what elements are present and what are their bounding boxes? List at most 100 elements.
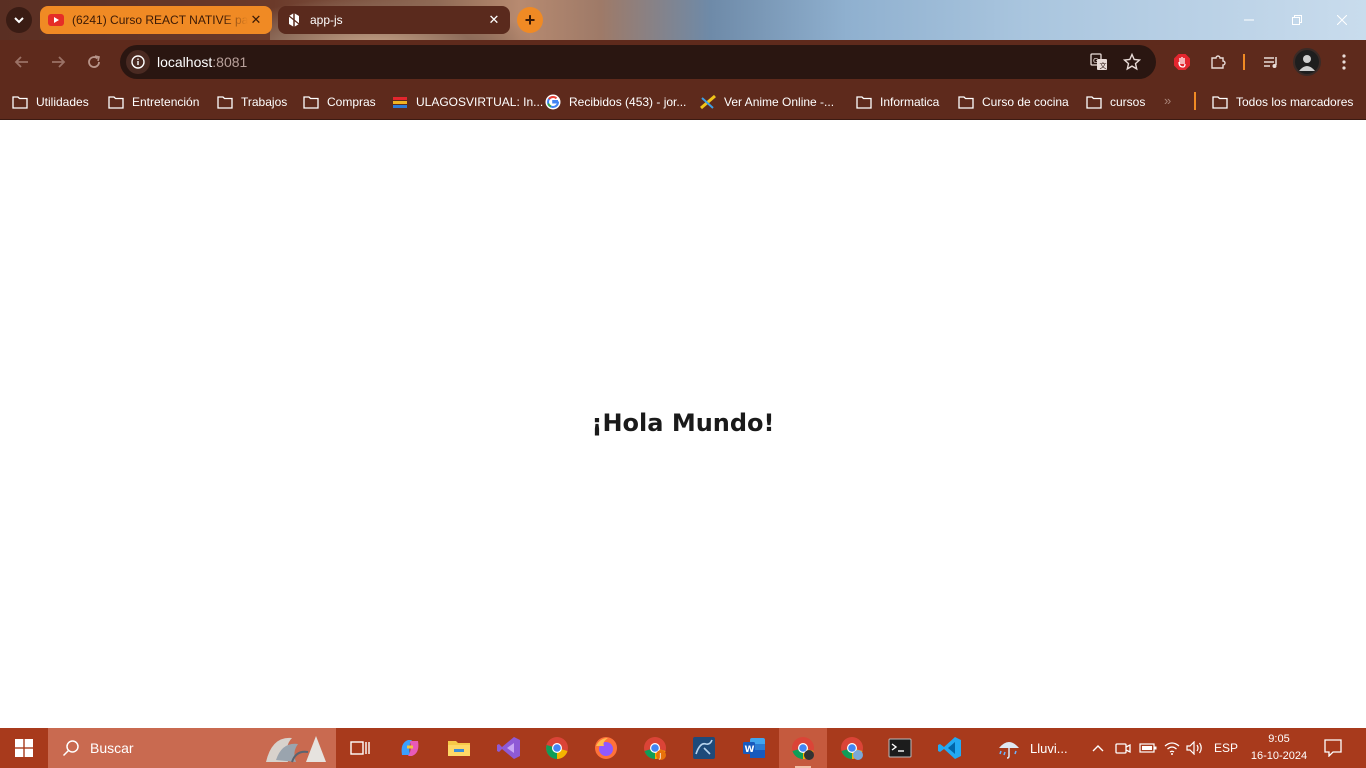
taskbar-app-vscode[interactable] xyxy=(926,728,974,768)
folder-icon xyxy=(856,94,872,110)
bookmark-gmail[interactable]: Recibidos (453) - jor... xyxy=(545,92,686,112)
svg-text:G: G xyxy=(1093,57,1098,65)
taskbar-app-chrome[interactable] xyxy=(533,728,581,768)
windows-taskbar: Buscar J W Lluvi... ESP 9:05 16-10-2024 xyxy=(0,728,1366,768)
visual-studio-icon xyxy=(497,737,520,759)
bookmark-ulagosvirtual[interactable]: ULAGOSVIRTUAL: In... xyxy=(392,92,543,112)
taskbar-app-visual-studio[interactable] xyxy=(485,728,533,768)
taskbar-app-firefox[interactable] xyxy=(582,728,630,768)
folder-icon xyxy=(303,94,319,110)
folder-icon xyxy=(108,94,124,110)
clock-date: 16-10-2024 xyxy=(1250,750,1308,762)
search-highlight-image xyxy=(266,736,326,763)
close-icon[interactable]: ✕ xyxy=(248,12,264,28)
folder-icon xyxy=(1212,94,1228,110)
extensions-puzzle-icon[interactable] xyxy=(1207,51,1229,73)
page-viewport: ¡Hola Mundo! xyxy=(0,121,1366,728)
word-icon: W xyxy=(743,738,765,758)
taskbar-app-copilot[interactable] xyxy=(386,728,434,768)
input-language-indicator[interactable]: ESP xyxy=(1214,738,1238,758)
bookmark-informatica[interactable]: Informatica xyxy=(856,92,939,112)
folder-icon xyxy=(217,94,233,110)
bookmark-anime[interactable]: Ver Anime Online -... xyxy=(700,92,834,112)
bookmark-label: Ver Anime Online -... xyxy=(724,95,835,109)
reload-button[interactable] xyxy=(82,50,106,74)
weather-text: Lluvi... xyxy=(1030,740,1068,756)
toolbar-separator xyxy=(1243,54,1245,70)
task-view-icon xyxy=(350,741,370,755)
search-placeholder: Buscar xyxy=(90,740,134,756)
bookmark-compras[interactable]: Compras xyxy=(303,92,376,112)
notification-center-button[interactable] xyxy=(1322,738,1344,758)
show-hidden-icons-button[interactable] xyxy=(1092,738,1104,758)
youtube-icon xyxy=(48,12,64,28)
chevron-down-icon xyxy=(14,17,24,24)
battery-icon xyxy=(1139,743,1157,753)
bookmark-curso-de-cocina[interactable]: Curso de cocina xyxy=(958,92,1069,112)
expo-icon xyxy=(286,12,302,28)
reload-icon xyxy=(88,55,100,68)
browser-toolbar: localhost:8081 G文 xyxy=(0,40,1366,84)
minimize-icon xyxy=(1244,19,1254,21)
url-port: :8081 xyxy=(212,54,248,70)
taskbar-app-terminal[interactable] xyxy=(876,728,924,768)
url-text[interactable]: localhost:8081 xyxy=(157,54,247,70)
chrome-icon xyxy=(841,737,863,760)
minimize-button[interactable] xyxy=(1237,8,1261,32)
bookmark-label: cursos xyxy=(1110,95,1146,109)
battery-tray-icon[interactable] xyxy=(1139,738,1157,758)
arrow-right-icon xyxy=(52,56,66,68)
taskbar-app-chrome-profile-2[interactable] xyxy=(828,728,876,768)
media-control-icon[interactable] xyxy=(1260,51,1282,73)
all-bookmarks-folder[interactable]: Todos los marcadores xyxy=(1212,92,1353,112)
anime-icon xyxy=(700,94,716,110)
mysql-workbench-icon xyxy=(693,737,715,759)
umbrella-rain-icon xyxy=(999,742,1019,759)
forward-button[interactable] xyxy=(46,50,70,74)
chrome-icon: J xyxy=(644,737,666,760)
restore-button[interactable] xyxy=(1285,8,1309,32)
network-tray-icon[interactable] xyxy=(1164,738,1180,758)
profile-avatar[interactable] xyxy=(1293,48,1321,76)
taskbar-app-chrome-profile-j[interactable]: J xyxy=(631,728,679,768)
more-options-button[interactable] xyxy=(1334,52,1354,72)
back-button[interactable] xyxy=(10,50,34,74)
tab-app-js[interactable]: app-js ✕ xyxy=(278,6,510,34)
tab-search-button[interactable] xyxy=(6,7,32,33)
close-window-button[interactable] xyxy=(1330,8,1354,32)
kebab-menu-icon xyxy=(1342,54,1346,70)
translate-icon[interactable]: G文 xyxy=(1089,52,1109,72)
bookmark-entretencion[interactable]: Entretención xyxy=(108,92,199,112)
tab-youtube[interactable]: (6241) Curso REACT NATIVE para ✕ xyxy=(40,6,272,34)
close-icon[interactable]: ✕ xyxy=(486,12,502,28)
taskbar-app-file-explorer[interactable] xyxy=(435,728,483,768)
task-view-button[interactable] xyxy=(336,728,384,768)
more-bookmarks-button[interactable]: » xyxy=(1164,93,1171,108)
meet-now-tray-icon[interactable] xyxy=(1115,738,1131,758)
bookmark-cursos[interactable]: cursos xyxy=(1086,92,1145,112)
tab-strip: (6241) Curso REACT NATIVE para ✕ app-js … xyxy=(0,0,1366,40)
windows-logo-icon xyxy=(15,739,33,757)
firefox-icon xyxy=(595,737,617,759)
bookmarks-bar: Utilidades Entretención Trabajos Compras… xyxy=(0,84,1366,120)
folder-icon xyxy=(1086,94,1102,110)
weather-widget[interactable]: Lluvi... xyxy=(996,736,1068,760)
site-info-button[interactable] xyxy=(126,50,150,74)
bookmark-star-icon[interactable] xyxy=(1122,52,1142,72)
notification-icon xyxy=(1324,739,1342,757)
taskbar-app-mysql-workbench[interactable] xyxy=(680,728,728,768)
bookmark-label: Informatica xyxy=(880,95,940,109)
address-bar[interactable]: localhost:8081 G文 xyxy=(120,45,1156,79)
webcam-icon xyxy=(1115,743,1131,754)
bookmark-utilidades[interactable]: Utilidades xyxy=(12,92,89,112)
taskbar-search[interactable]: Buscar xyxy=(48,728,336,768)
start-button[interactable] xyxy=(0,728,48,768)
bookmark-trabajos[interactable]: Trabajos xyxy=(217,92,287,112)
taskbar-clock[interactable]: 9:05 16-10-2024 xyxy=(1240,731,1318,765)
adblock-extension-icon[interactable] xyxy=(1171,51,1193,73)
new-tab-button[interactable]: + xyxy=(517,7,543,33)
folder-icon xyxy=(12,94,28,110)
taskbar-app-word[interactable]: W xyxy=(730,728,778,768)
volume-tray-icon[interactable] xyxy=(1186,738,1204,758)
taskbar-app-chrome-active[interactable] xyxy=(779,728,827,768)
